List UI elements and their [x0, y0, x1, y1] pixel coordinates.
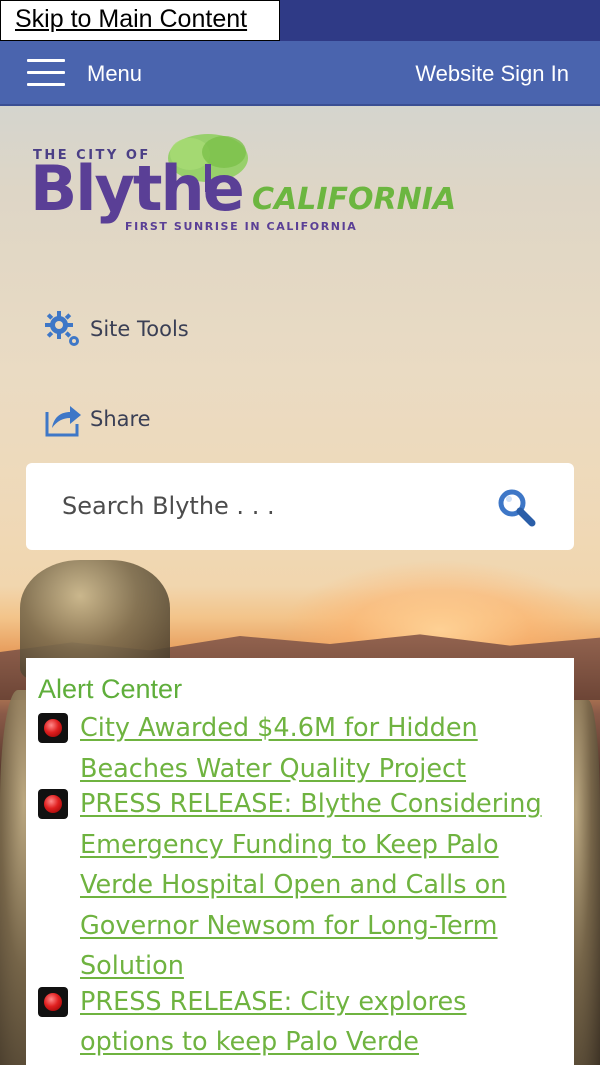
site-tools-button[interactable]: Site Tools — [44, 310, 189, 348]
skip-bar: Skip to Main Content — [0, 0, 600, 41]
red-alert-icon — [38, 789, 68, 819]
alert-item: PRESS RELEASE: City explores options to … — [38, 986, 560, 1063]
share-label: Share — [90, 407, 151, 431]
logo-city-name: Blythe — [30, 152, 245, 225]
magnifier-icon[interactable] — [496, 487, 536, 527]
logo-state: CALIFORNIA — [252, 182, 457, 217]
share-button[interactable]: Share — [44, 400, 151, 438]
skip-to-main-link[interactable]: Skip to Main Content — [0, 0, 280, 41]
red-alert-icon — [38, 713, 68, 743]
alert-link[interactable]: City Awarded $4.6M for Hidden Beaches Wa… — [80, 708, 560, 789]
logo-tagline: FIRST SUNRISE IN CALIFORNIA — [125, 220, 358, 233]
top-navigation-bar: Menu Website Sign In — [0, 41, 600, 106]
search-input[interactable] — [62, 485, 462, 527]
hamburger-icon[interactable] — [27, 59, 65, 87]
red-alert-icon — [38, 986, 68, 1017]
alert-link[interactable]: PRESS RELEASE: City explores options to … — [80, 982, 560, 1063]
alert-center-panel: Alert Center City Awarded $4.6M for Hidd… — [26, 658, 574, 1065]
alert-link[interactable]: PRESS RELEASE: Blythe Considering Emerge… — [80, 784, 560, 987]
alert-item: City Awarded $4.6M for Hidden Beaches Wa… — [38, 713, 560, 789]
share-icon — [45, 406, 81, 437]
search-box — [26, 463, 574, 550]
site-tools-label: Site Tools — [90, 317, 189, 341]
website-sign-in-link[interactable]: Website Sign In — [415, 61, 569, 87]
alert-item: PRESS RELEASE: Blythe Considering Emerge… — [38, 789, 560, 987]
city-logo[interactable]: THE CITY OF Blythe CALIFORNIA FIRST SUNR… — [30, 130, 500, 240]
alert-center-title: Alert Center — [38, 674, 183, 704]
menu-button[interactable]: Menu — [87, 61, 142, 87]
gear-icon — [45, 311, 79, 346]
